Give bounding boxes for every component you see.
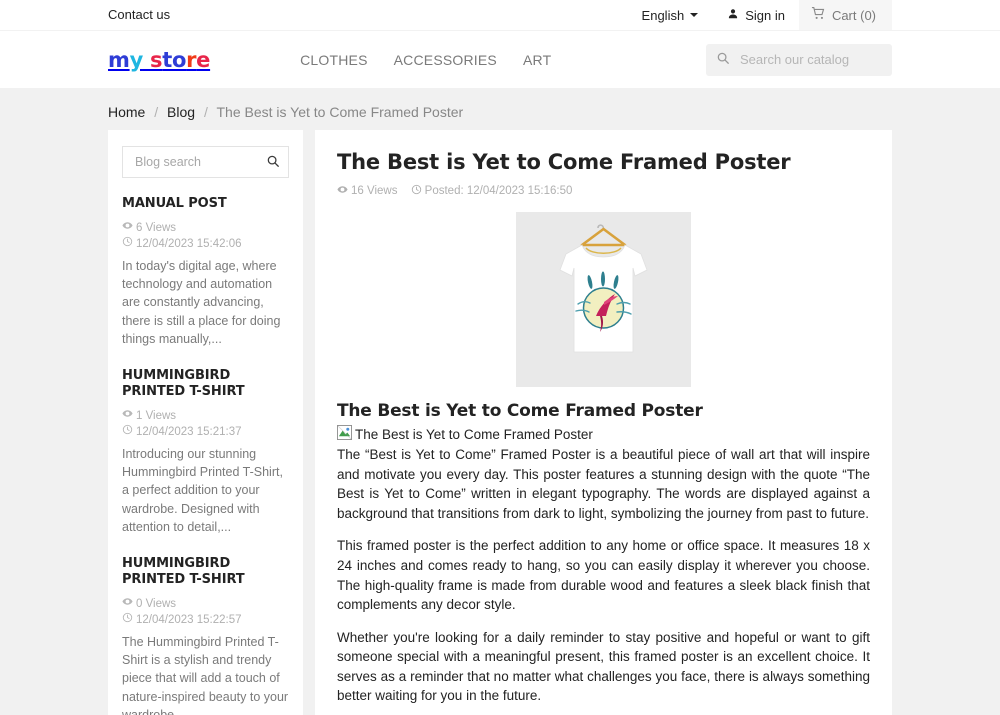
site-logo[interactable]: my store (108, 48, 210, 72)
clock-icon (122, 424, 133, 440)
nav-item-art[interactable]: ART (523, 52, 551, 68)
date-meta: 12/04/2023 15:22:57 (122, 612, 242, 628)
catalog-search-box[interactable] (706, 43, 892, 76)
logo-part-1: m (108, 47, 130, 72)
date-meta: 12/04/2023 15:21:37 (122, 424, 242, 440)
post-date: 12/04/2023 15:42:06 (136, 237, 242, 250)
cart-button[interactable]: Cart (0) (798, 0, 892, 30)
posted-meta: Posted: 12/04/2023 15:16:50 (411, 184, 573, 198)
sidebar-post-meta: 0 Views 12/04/2023 15:22:57 (122, 596, 289, 628)
breadcrumb-separator-2: / (203, 104, 208, 120)
logo-part-6: e (196, 47, 211, 72)
list-item[interactable]: MANUAL POST 6 Views 12/04/2023 15:42:06 … (122, 196, 289, 348)
sign-in-label: Sign in (745, 7, 785, 23)
top-header-bar: Contact us English Sign in Cart (0) (0, 0, 1000, 30)
top-header-right-group: English Sign in Cart (0) (628, 0, 892, 30)
search-icon (716, 51, 730, 68)
cart-icon (811, 6, 826, 24)
blog-search-box[interactable] (122, 146, 289, 178)
nav-item-accessories[interactable]: ACCESSORIES (394, 52, 497, 68)
views-count: 1 Views (136, 409, 177, 422)
broken-image-icon (337, 425, 352, 445)
blog-sidebar: MANUAL POST 6 Views (108, 130, 303, 715)
sidebar-post-title[interactable]: MANUAL POST (122, 196, 289, 212)
cart-label: Cart (0) (831, 7, 876, 23)
article-paragraph: Whether you're looking for a daily remin… (337, 629, 870, 704)
views-meta: 6 Views (122, 220, 176, 236)
sign-in-link[interactable]: Sign in (712, 0, 799, 30)
catalog-search-input[interactable] (738, 51, 882, 68)
views-count: 16 Views (351, 185, 398, 197)
views-meta: 1 Views (122, 408, 176, 424)
user-icon (726, 7, 740, 24)
sidebar-post-excerpt: Introducing our stunning Hummingbird Pri… (122, 447, 283, 534)
logo-part-2: y (129, 47, 144, 72)
list-item[interactable]: HUMMINGBIRD PRINTED T-SHIRT 1 Views 12/0… (122, 368, 289, 536)
language-selector[interactable]: English (628, 0, 713, 30)
contact-us-link[interactable]: Contact us (108, 0, 170, 30)
logo-part-4: to (162, 47, 187, 72)
clock-icon (411, 184, 422, 198)
eye-icon (122, 596, 133, 612)
logo-part-5: r (186, 47, 197, 72)
page-title: The Best is Yet to Come Framed Poster (337, 150, 791, 174)
sidebar-post-meta: 1 Views 12/04/2023 15:21:37 (122, 408, 289, 440)
list-item[interactable]: HUMMINGBIRD PRINTED T-SHIRT 0 Views 12/0… (122, 556, 289, 715)
broken-image-alt-text: The Best is Yet to Come Framed Poster (355, 427, 593, 442)
eye-icon (337, 184, 348, 198)
breadcrumb-item-blog[interactable]: Blog (167, 104, 195, 120)
blog-search-input[interactable] (133, 154, 266, 170)
sidebar-post-excerpt: In today's digital age, where technology… (122, 259, 281, 346)
views-count: 0 Views (136, 597, 177, 610)
breadcrumb-item-current: The Best is Yet to Come Framed Poster (216, 104, 464, 120)
breadcrumb: Home / Blog / The Best is Yet to Come Fr… (0, 88, 1000, 130)
eye-icon (122, 220, 133, 236)
article-container: The Best is Yet to Come Framed Poster 16… (315, 130, 892, 715)
breadcrumb-separator-1: / (154, 104, 159, 120)
eye-icon (122, 408, 133, 424)
breadcrumb-item-home[interactable]: Home (108, 104, 145, 120)
sidebar-post-title[interactable]: HUMMINGBIRD PRINTED T-SHIRT (122, 556, 289, 589)
sidebar-post-excerpt: The Hummingbird Printed T-Shirt is a sty… (122, 635, 289, 715)
views-meta: 0 Views (122, 596, 176, 612)
clock-icon (122, 612, 133, 628)
article-hero-image (516, 212, 691, 387)
main-header-bar: my store CLOTHES ACCESSORIES ART (0, 30, 1000, 88)
chevron-down-icon (690, 13, 699, 17)
views-meta: 16 Views (337, 184, 397, 198)
post-date: 12/04/2023 15:22:57 (136, 613, 242, 626)
article-meta: 16 Views Posted: 12/04/2023 15:16:50 (337, 184, 870, 198)
sidebar-post-meta: 6 Views 12/04/2023 15:42:06 (122, 220, 289, 252)
nav-item-clothes[interactable]: CLOTHES (300, 52, 368, 68)
date-meta: 12/04/2023 15:42:06 (122, 236, 242, 252)
posted-date: Posted: 12/04/2023 15:16:50 (424, 185, 573, 197)
logo-part-3: s (142, 47, 163, 72)
article-paragraph: This framed poster is the perfect additi… (337, 538, 870, 613)
broken-image-line: The Best is Yet to Come Framed Poster (337, 425, 870, 445)
sidebar-post-title[interactable]: HUMMINGBIRD PRINTED T-SHIRT (122, 368, 289, 401)
search-icon[interactable] (266, 154, 280, 171)
page-body: MANUAL POST 6 Views (0, 130, 1000, 715)
article-content-heading: The Best is Yet to Come Framed Poster (337, 401, 703, 421)
article-paragraph: The “Best is Yet to Come” Framed Poster … (337, 447, 870, 521)
views-count: 6 Views (136, 221, 177, 234)
clock-icon (122, 236, 133, 252)
language-selector-label: English (641, 7, 685, 23)
post-date: 12/04/2023 15:21:37 (136, 425, 242, 438)
primary-navigation: CLOTHES ACCESSORIES ART (300, 52, 551, 68)
